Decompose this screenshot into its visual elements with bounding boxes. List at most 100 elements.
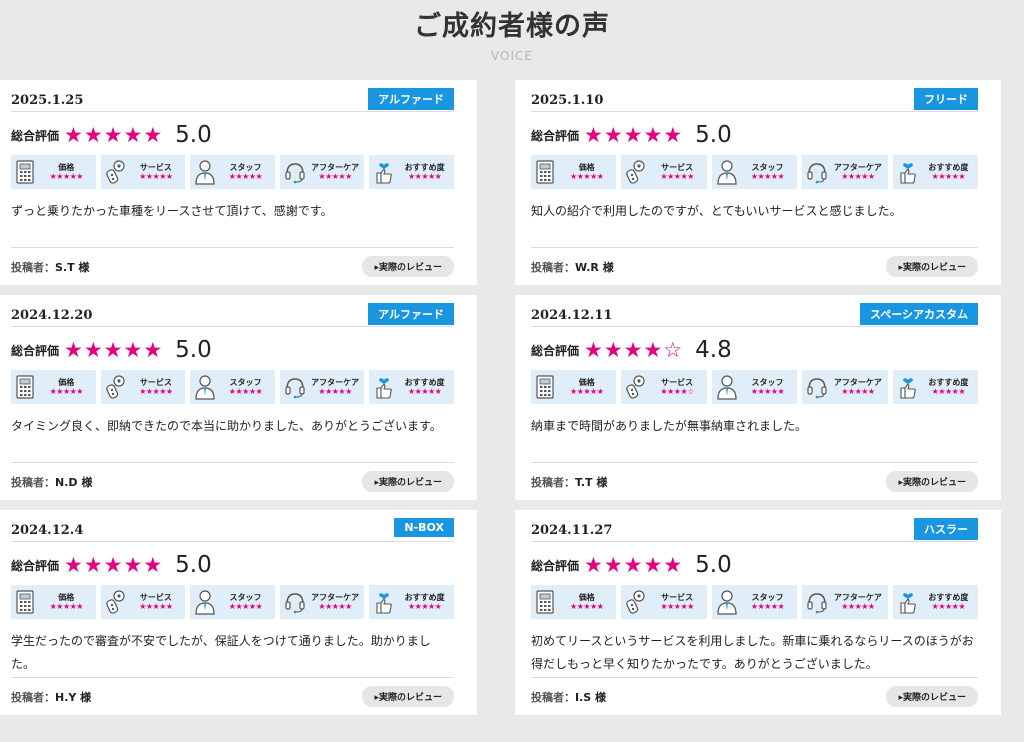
calculator-icon [536, 590, 554, 614]
category-label: スタッフ [229, 377, 262, 387]
car-model-badge[interactable]: ハスラー [914, 518, 978, 540]
category-label: スタッフ [751, 592, 784, 602]
category-price: 価格 ★★★★★ [11, 585, 96, 619]
overall-score: 5.0 [175, 552, 212, 578]
category-price: 価格 ★★★★★ [11, 370, 96, 404]
category-label: 価格 [578, 592, 595, 602]
poster-info: 投稿者：N.D 様 [11, 474, 92, 490]
overall-score: 4.8 [695, 337, 732, 363]
category-ratings: 価格 ★★★★★ サービス ★★★★★ スタッフ ★★★★★ アフターケア ★★★★★ … [531, 585, 979, 619]
category-staff: スタッフ ★★★★★ [190, 370, 275, 404]
calculator-icon [536, 160, 554, 184]
category-stars: ★★★★★ [841, 602, 875, 611]
car-key-icon [626, 160, 646, 184]
category-ratings: 価格 ★★★★★ サービス ★★★★★ スタッフ ★★★★★ アフターケア ★★★★★ … [11, 370, 454, 404]
category-stars: ★★★★★ [660, 602, 694, 611]
card-header: 2024.11.27 ハスラー [531, 510, 978, 542]
category-recommend: おすすめ度 ★★★★★ [369, 155, 454, 189]
category-label: 価格 [58, 377, 75, 387]
overall-stars: ★★★★★ [64, 338, 164, 362]
category-label: 価格 [58, 592, 75, 602]
poster-name: H.Y 様 [55, 690, 92, 704]
category-price: 価格 ★★★★★ [11, 155, 96, 189]
poster-label: 投稿者： [531, 260, 575, 274]
category-label: おすすめ度 [404, 592, 445, 602]
category-aftercare: アフターケア ★★★★★ [279, 585, 365, 619]
overall-rating: 総合評価 ★★★★★ 5.0 [531, 543, 978, 587]
category-service: サービス ★★★★★ [100, 370, 186, 404]
category-ratings: 価格 ★★★★★ サービス ★★★★★ スタッフ ★★★★★ アフターケア ★★★★★ … [531, 155, 979, 189]
headset-icon [807, 593, 827, 614]
actual-review-button[interactable]: ▸実際のレビュー [362, 256, 454, 277]
category-recommend: おすすめ度 ★★★★★ [369, 585, 454, 619]
category-stars: ★★★★★ [570, 387, 604, 396]
category-stars: ★★★★★ [660, 172, 694, 181]
category-service: サービス ★★★★★ [621, 585, 707, 619]
overall-rating: 総合評価 ★★★★☆ 4.8 [531, 328, 978, 372]
overall-score: 5.0 [695, 552, 732, 578]
category-label: サービス [661, 162, 694, 172]
overall-rating: 総合評価 ★★★★★ 5.0 [11, 328, 454, 372]
category-label: 価格 [578, 377, 595, 387]
category-service: サービス ★★★★★ [621, 155, 707, 189]
review-date: 2024.12.11 [531, 308, 613, 323]
category-staff: スタッフ ★★★★★ [711, 370, 798, 404]
car-model-badge[interactable]: N-BOX [394, 518, 454, 537]
category-stars: ★★★★★ [318, 602, 352, 611]
thumbs-up-heart-icon [900, 378, 916, 399]
card-header: 2024.12.20 アルファード [11, 295, 454, 327]
category-label: アフターケア [311, 377, 360, 387]
category-aftercare: アフターケア ★★★★★ [279, 155, 365, 189]
actual-review-button[interactable]: ▸実際のレビュー [886, 471, 978, 492]
car-key-icon [105, 160, 125, 184]
category-stars: ★★★★★ [49, 387, 84, 396]
review-comment: タイミング良く、即納できたので本当に助かりました、ありがとうございます。 [11, 419, 442, 433]
category-stars: ★★★★★ [407, 602, 442, 611]
car-key-icon [105, 375, 125, 399]
actual-review-button[interactable]: ▸実際のレビュー [886, 686, 978, 707]
card-footer: 投稿者：S.T 様 ▸実際のレビュー [11, 247, 454, 285]
category-stars: ★★★★★ [841, 387, 875, 396]
card-header: 2024.12.4 N-BOX [11, 510, 454, 542]
category-label: スタッフ [751, 162, 784, 172]
actual-review-button[interactable]: ▸実際のレビュー [362, 686, 454, 707]
calculator-icon [536, 375, 554, 399]
calculator-icon [16, 160, 34, 184]
category-stars: ★★★★★ [228, 172, 263, 181]
poster-label: 投稿者： [11, 260, 55, 274]
review-card: 2025.1.25 アルファード 総合評価 ★★★★★ 5.0 価格 ★★★★★ … [0, 80, 477, 285]
category-label: サービス [139, 377, 172, 387]
overall-label: 総合評価 [11, 343, 60, 358]
poster-label: 投稿者： [11, 690, 55, 704]
actual-review-button[interactable]: ▸実際のレビュー [886, 256, 978, 277]
staff-person-icon [717, 375, 737, 400]
category-stars: ★★★★★ [49, 602, 84, 611]
category-recommend: おすすめ度 ★★★★★ [892, 370, 979, 404]
category-label: サービス [661, 377, 694, 387]
thumbs-up-heart-icon [376, 593, 393, 614]
category-stars: ★★★★★ [407, 172, 442, 181]
category-label: アフターケア [833, 592, 882, 602]
car-model-badge[interactable]: アルファード [368, 303, 454, 325]
headset-icon [807, 163, 827, 184]
car-model-badge[interactable]: スペーシアカスタム [859, 303, 978, 325]
actual-review-button[interactable]: ▸実際のレビュー [362, 471, 454, 492]
category-label: アフターケア [833, 162, 882, 172]
category-label: アフターケア [311, 162, 360, 172]
overall-label: 総合評価 [11, 558, 60, 573]
category-label: おすすめ度 [928, 377, 969, 387]
car-model-badge[interactable]: フリード [914, 88, 978, 110]
category-staff: スタッフ ★★★★★ [711, 585, 798, 619]
category-service: サービス ★★★★★ [100, 155, 186, 189]
overall-score: 5.0 [175, 337, 212, 363]
review-date: 2025.1.25 [11, 93, 84, 108]
headset-icon [285, 378, 305, 399]
category-ratings: 価格 ★★★★★ サービス ★★★★★ スタッフ ★★★★★ アフターケア ★★★★★ … [11, 155, 454, 189]
category-label: 価格 [58, 162, 75, 172]
poster-name: W.R 様 [575, 260, 614, 274]
overall-rating: 総合評価 ★★★★★ 5.0 [531, 113, 978, 157]
car-model-badge[interactable]: アルファード [368, 88, 454, 110]
review-card: 2025.1.10 フリード 総合評価 ★★★★★ 5.0 価格 ★★★★★ サー… [515, 80, 1001, 285]
overall-label: 総合評価 [531, 343, 580, 358]
category-staff: スタッフ ★★★★★ [190, 155, 275, 189]
